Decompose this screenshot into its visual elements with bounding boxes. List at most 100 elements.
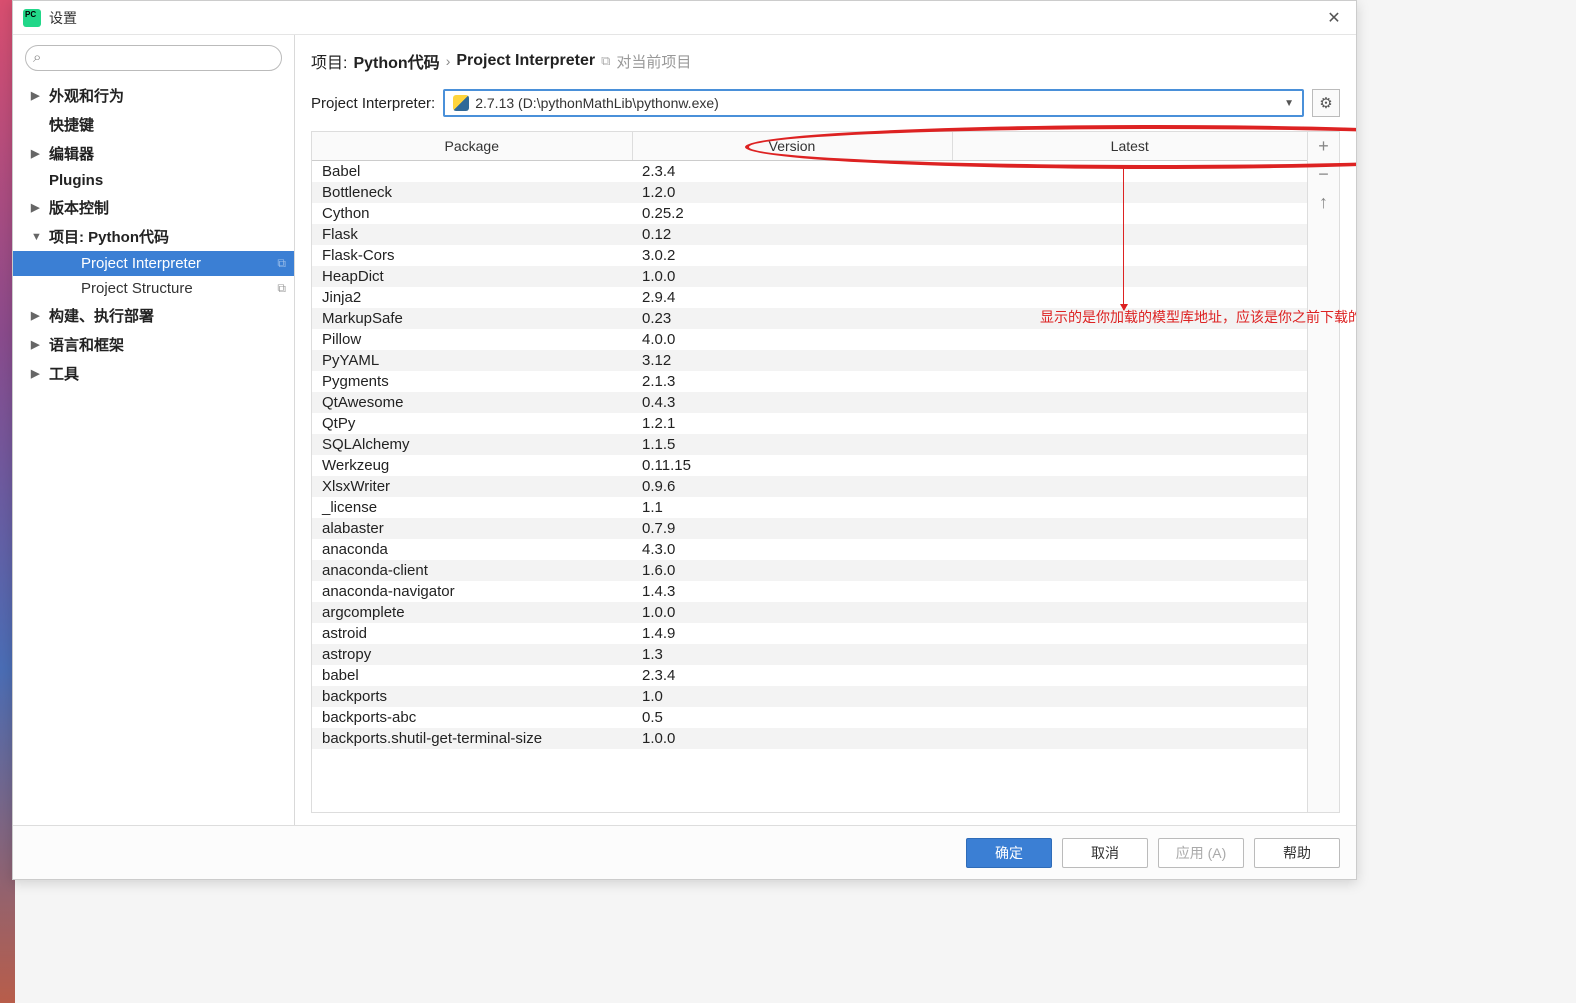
- sidebar-item-10[interactable]: ▶工具: [13, 359, 294, 388]
- header-version[interactable]: Version: [632, 132, 952, 161]
- cell-version: 0.4.3: [632, 392, 952, 413]
- table-row[interactable]: Pillow4.0.0: [312, 329, 1307, 350]
- table-row[interactable]: anaconda-client1.6.0: [312, 560, 1307, 581]
- help-button[interactable]: 帮助: [1254, 838, 1340, 868]
- sidebar-item-label: 构建、执行部署: [49, 305, 154, 326]
- tree-arrow-icon: ▶: [31, 309, 45, 322]
- table-row[interactable]: Jinja22.9.4: [312, 287, 1307, 308]
- table-row[interactable]: backports1.0: [312, 686, 1307, 707]
- cell-latest: [952, 539, 1307, 560]
- cell-latest: [952, 476, 1307, 497]
- cell-version: 1.0: [632, 686, 952, 707]
- search-input[interactable]: [25, 45, 282, 71]
- cell-package: Cython: [312, 203, 632, 224]
- interpreter-row: Project Interpreter: 2.7.13 (D:\pythonMa…: [295, 83, 1356, 131]
- cell-version: 0.23: [632, 308, 952, 329]
- sidebar-item-3[interactable]: Plugins: [13, 168, 294, 193]
- table-row[interactable]: Flask0.12: [312, 224, 1307, 245]
- cell-package: SQLAlchemy: [312, 434, 632, 455]
- sidebar-item-1[interactable]: 快捷键: [13, 110, 294, 139]
- cell-latest: [952, 728, 1307, 749]
- cell-package: backports-abc: [312, 707, 632, 728]
- cell-package: anaconda-client: [312, 560, 632, 581]
- cell-latest: [952, 266, 1307, 287]
- tree-arrow-icon: ▶: [31, 89, 45, 102]
- cell-latest: [952, 392, 1307, 413]
- interpreter-value: 2.7.13 (D:\pythonMathLib\pythonw.exe): [475, 95, 1284, 111]
- table-row[interactable]: QtAwesome0.4.3: [312, 392, 1307, 413]
- table-row[interactable]: _license1.1: [312, 497, 1307, 518]
- table-row[interactable]: astroid1.4.9: [312, 623, 1307, 644]
- table-row[interactable]: astropy1.3: [312, 644, 1307, 665]
- dialog-body: ▶外观和行为快捷键▶编辑器Plugins▶版本控制▼项目: Python代码Pr…: [13, 35, 1356, 825]
- sidebar-item-5[interactable]: ▼项目: Python代码: [13, 222, 294, 251]
- cell-package: Flask: [312, 224, 632, 245]
- sidebar-item-label: 快捷键: [49, 114, 94, 135]
- crumb-page: Project Interpreter: [456, 52, 595, 70]
- window-title: 设置: [49, 8, 1322, 28]
- cell-version: 1.1.5: [632, 434, 952, 455]
- table-row[interactable]: Pygments2.1.3: [312, 371, 1307, 392]
- table-row[interactable]: XlsxWriter0.9.6: [312, 476, 1307, 497]
- package-table-scroll[interactable]: Package Version Latest Babel2.3.4Bottlen…: [312, 132, 1307, 812]
- cell-latest: [952, 623, 1307, 644]
- cell-package: backports.shutil-get-terminal-size: [312, 728, 632, 749]
- cell-version: 1.6.0: [632, 560, 952, 581]
- cell-version: 2.1.3: [632, 371, 952, 392]
- table-row[interactable]: anaconda4.3.0: [312, 539, 1307, 560]
- interpreter-dropdown[interactable]: 2.7.13 (D:\pythonMathLib\pythonw.exe) ▼: [443, 89, 1304, 117]
- main-panel: 项目: Python代码 › Project Interpreter ⧉ 对当前…: [295, 35, 1356, 825]
- table-row[interactable]: Babel2.3.4: [312, 161, 1307, 183]
- table-row[interactable]: SQLAlchemy1.1.5: [312, 434, 1307, 455]
- table-row[interactable]: PyYAML3.12: [312, 350, 1307, 371]
- cell-version: 1.4.9: [632, 623, 952, 644]
- table-row[interactable]: Cython0.25.2: [312, 203, 1307, 224]
- cell-version: 1.4.3: [632, 581, 952, 602]
- cancel-button[interactable]: 取消: [1062, 838, 1148, 868]
- cell-package: PyYAML: [312, 350, 632, 371]
- table-row[interactable]: backports.shutil-get-terminal-size1.0.0: [312, 728, 1307, 749]
- crumb-project-name: Python代码: [353, 49, 439, 73]
- sidebar-item-4[interactable]: ▶版本控制: [13, 193, 294, 222]
- sidebar-item-7[interactable]: Project Structure⧉: [13, 276, 294, 301]
- cell-package: astropy: [312, 644, 632, 665]
- ok-button[interactable]: 确定: [966, 838, 1052, 868]
- cell-version: 1.3: [632, 644, 952, 665]
- table-row[interactable]: babel2.3.4: [312, 665, 1307, 686]
- cell-package: alabaster: [312, 518, 632, 539]
- add-package-button[interactable]: +: [1308, 132, 1339, 160]
- upgrade-package-button[interactable]: ↑: [1308, 188, 1339, 216]
- header-package[interactable]: Package: [312, 132, 632, 161]
- sidebar-item-0[interactable]: ▶ 外观和行为: [13, 81, 294, 110]
- table-row[interactable]: Flask-Cors3.0.2: [312, 245, 1307, 266]
- sidebar-item-label: 外观和行为: [49, 85, 124, 106]
- cell-version: 1.0.0: [632, 266, 952, 287]
- close-icon[interactable]: ✕: [1322, 6, 1346, 30]
- cell-version: 1.1: [632, 497, 952, 518]
- sidebar-item-9[interactable]: ▶语言和框架: [13, 330, 294, 359]
- table-row[interactable]: anaconda-navigator1.4.3: [312, 581, 1307, 602]
- table-row[interactable]: Werkzeug0.11.15: [312, 455, 1307, 476]
- cell-package: HeapDict: [312, 266, 632, 287]
- table-row[interactable]: QtPy1.2.1: [312, 413, 1307, 434]
- table-row[interactable]: Bottleneck1.2.0: [312, 182, 1307, 203]
- table-row[interactable]: argcomplete1.0.0: [312, 602, 1307, 623]
- cell-version: 4.3.0: [632, 539, 952, 560]
- cell-package: QtPy: [312, 413, 632, 434]
- sidebar-item-2[interactable]: ▶编辑器: [13, 139, 294, 168]
- cell-version: 0.11.15: [632, 455, 952, 476]
- table-row[interactable]: HeapDict1.0.0: [312, 266, 1307, 287]
- header-latest[interactable]: Latest: [952, 132, 1307, 161]
- cell-latest: [952, 497, 1307, 518]
- sidebar-item-6[interactable]: Project Interpreter⧉: [13, 251, 294, 276]
- cell-latest: [952, 434, 1307, 455]
- table-row[interactable]: backports-abc0.5: [312, 707, 1307, 728]
- remove-package-button[interactable]: −: [1308, 160, 1339, 188]
- table-row[interactable]: MarkupSafe0.23: [312, 308, 1307, 329]
- gear-icon[interactable]: ⚙: [1312, 89, 1340, 117]
- apply-button[interactable]: 应用 (A): [1158, 838, 1244, 868]
- project-scope-label: 对当前项目: [616, 51, 691, 72]
- sidebar-item-8[interactable]: ▶ 构建、执行部署: [13, 301, 294, 330]
- table-row[interactable]: alabaster0.7.9: [312, 518, 1307, 539]
- chevron-down-icon: ▼: [1284, 98, 1294, 109]
